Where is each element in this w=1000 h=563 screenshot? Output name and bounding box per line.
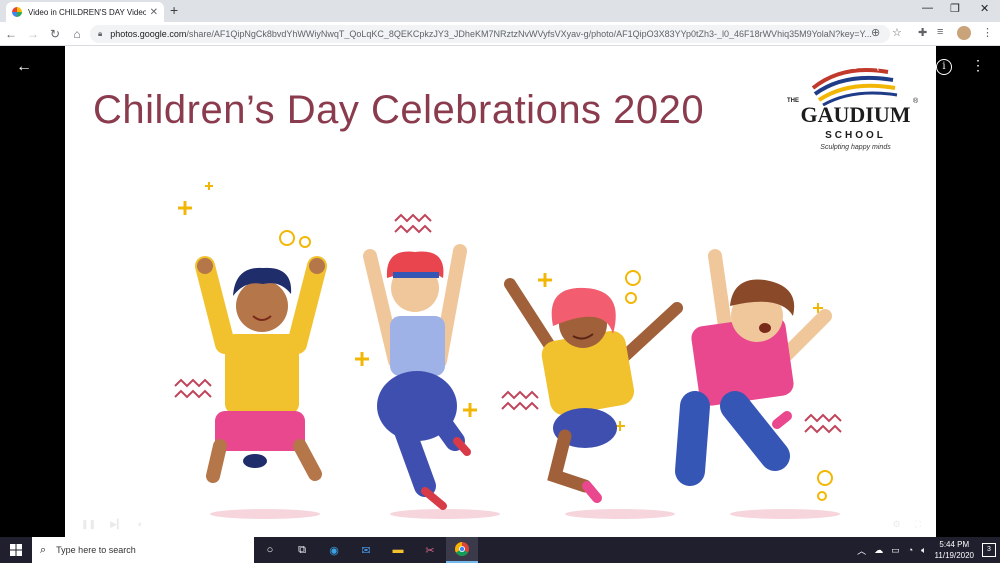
mail-icon[interactable]: ✉ [350, 537, 382, 563]
settings-gear-icon[interactable]: ⚙ [893, 519, 901, 530]
pause-icon[interactable]: ❚❚ [81, 519, 96, 530]
google-photos-icon [12, 7, 22, 17]
tab-strip: Video in CHILDREN'S DAY Video ✕ + — ❐ ✕ [0, 0, 1000, 22]
battery-icon[interactable]: ▭ [891, 545, 900, 556]
volume-icon[interactable]: 🔈︎ [138, 519, 143, 530]
search-icon: ⌕ [40, 543, 47, 556]
snip-icon[interactable]: ✂ [414, 537, 446, 563]
children-illustration [174, 182, 842, 519]
info-icon[interactable]: i [936, 59, 952, 75]
extensions-icon[interactable]: ✚ [918, 26, 927, 39]
favorite-star-icon[interactable]: ☆ [905, 57, 918, 74]
home-icon[interactable]: ⌂ [66, 27, 88, 41]
logo-name: GAUDIUM [800, 102, 911, 127]
share-icon[interactable]: ⟨ [875, 58, 880, 72]
menu-icon[interactable]: ⋮ [982, 26, 993, 39]
speaker-icon[interactable]: 🔈︎ [921, 545, 926, 556]
clock[interactable]: 5:44 PM 11/19/2020 [935, 539, 974, 561]
kid-1 [195, 256, 327, 483]
back-icon[interactable]: ← [0, 27, 22, 41]
install-icon[interactable]: ⊕ [871, 26, 880, 39]
reload-icon[interactable]: ↻ [44, 27, 66, 41]
chrome-logo-icon [455, 542, 469, 556]
tab-title: Video in CHILDREN'S DAY Video [28, 7, 146, 17]
school-logo: THE ® GAUDIUM SCHOOL Sculpting happy min… [783, 62, 928, 162]
windows-logo-icon [10, 544, 22, 556]
logo-subtitle: SCHOOL [825, 130, 886, 141]
minimize-icon[interactable]: — [922, 2, 933, 14]
url-text: photos.google.com/share/AF1QipNgCk8bvdYh… [110, 29, 882, 39]
media-control-icon[interactable]: ≡ [937, 26, 943, 38]
browser-tab[interactable]: Video in CHILDREN'S DAY Video ✕ [6, 2, 164, 22]
onedrive-icon[interactable]: ☁ [874, 545, 883, 556]
forward-icon[interactable]: → [22, 27, 44, 41]
cortana-icon[interactable]: ○ [254, 537, 286, 563]
clock-date: 11/19/2020 [934, 551, 974, 560]
show-hidden-icons[interactable]: ︿ [857, 544, 866, 557]
kid-3 [504, 278, 683, 503]
bookmark-star-icon[interactable]: ☆ [892, 26, 902, 39]
logo-tagline: Sculpting happy minds [820, 144, 891, 151]
wifi-icon[interactable]: ◔ [908, 545, 913, 555]
save-button[interactable]: Save [837, 61, 858, 71]
url-path: /share/AF1QipNgCk8bvdYhWWiyNwqT_QoLqKC_8… [186, 29, 872, 39]
start-button[interactable] [0, 537, 32, 563]
close-window-icon[interactable]: ✕ [980, 2, 989, 15]
fullscreen-icon[interactable]: ⛶ [915, 519, 921, 530]
taskbar-search[interactable]: ⌕ Type here to search [32, 537, 254, 563]
address-bar[interactable]: 🔒︎ photos.google.com/share/AF1QipNgCk8bv… [90, 25, 890, 43]
clock-time: 5:44 PM [939, 540, 970, 549]
video-controls: ❚❚ ▶▎ 🔈︎ ⚙ ⛶ [81, 517, 921, 531]
profile-avatar[interactable] [957, 26, 971, 40]
edge-icon[interactable]: ◉ [318, 537, 350, 563]
back-arrow-icon[interactable]: ← [16, 58, 32, 76]
lock-icon[interactable]: 🔒︎ [98, 29, 102, 39]
more-options-icon[interactable]: ⋮ [971, 57, 985, 74]
restore-icon[interactable]: ❐ [950, 2, 960, 15]
kid-2 [363, 244, 471, 510]
photo-viewer: ← i ⋮ Children’s Day Celebrations 2020 T… [0, 46, 1000, 537]
kid-4 [675, 249, 832, 486]
video-frame[interactable]: Children’s Day Celebrations 2020 THE ® G… [65, 46, 936, 537]
close-tab-icon[interactable]: ✕ [150, 7, 158, 18]
windows-taskbar: ⌕ Type here to search ○ ⧉ ◉ ✉ ▬ ✂ ︿ ☁ ▭ … [0, 537, 1000, 563]
file-explorer-icon[interactable]: ▬ [382, 537, 414, 563]
slide-title: Children’s Day Celebrations 2020 [93, 88, 705, 132]
new-tab-icon[interactable]: + [170, 2, 178, 18]
url-host: photos.google.com [110, 29, 187, 39]
system-tray: ︿ ☁ ▭ ◔ 🔈︎ 5:44 PM 11/19/2020 3 [857, 537, 996, 563]
task-view-icon[interactable]: ⧉ [286, 537, 318, 563]
chrome-icon[interactable] [446, 537, 478, 563]
notification-center-icon[interactable]: 3 [982, 543, 996, 557]
search-placeholder: Type here to search [56, 545, 136, 555]
next-icon[interactable]: ▶▎ [110, 519, 124, 530]
